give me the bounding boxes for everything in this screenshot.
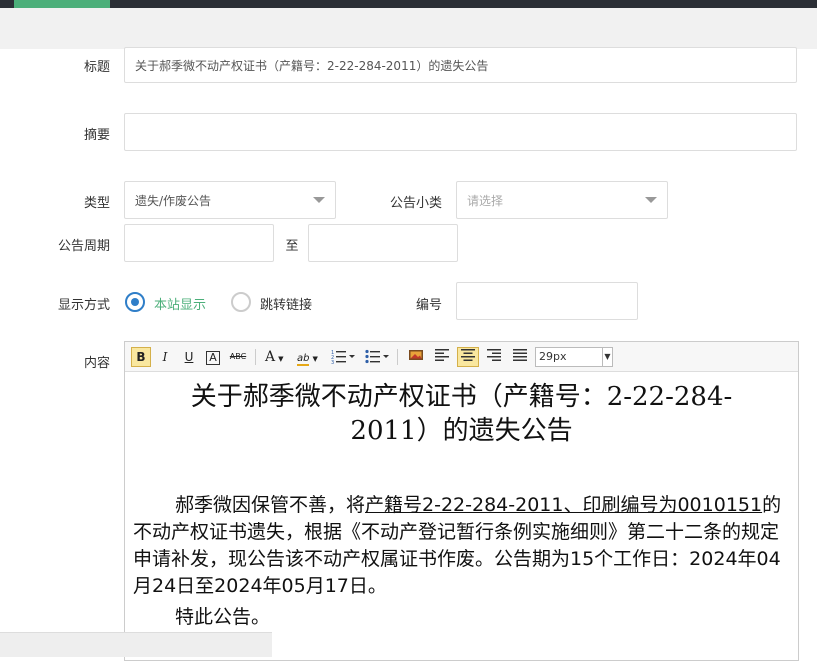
- font-border-button[interactable]: A: [203, 347, 223, 367]
- rich-text-editor[interactable]: B I U A ABC A ▼ ab ▼ 1 2 3 29px ▼ 关于郝季微不…: [124, 341, 799, 661]
- title-input[interactable]: 关于郝季微不动产权证书（产籍号：2-22-284-2011）的遗失公告: [124, 47, 797, 83]
- summary-label: 摘要: [83, 128, 110, 143]
- editor-toolbar: B I U A ABC A ▼ ab ▼ 1 2 3 29px ▼: [125, 342, 798, 372]
- editor-content[interactable]: 关于郝季微不动产权证书（产籍号：2-22-284-2011）的遗失公告 郝季微因…: [125, 372, 798, 660]
- font-size-select[interactable]: 29px ▼: [535, 347, 613, 367]
- ordered-list-button[interactable]: 1 2 3: [329, 347, 357, 367]
- svg-text:3: 3: [331, 360, 334, 364]
- type-select[interactable]: 遗失/作废公告: [124, 181, 336, 219]
- strikethrough-button[interactable]: ABC: [227, 347, 249, 367]
- radio-site-display[interactable]: [125, 292, 145, 312]
- period-start-input[interactable]: [124, 224, 274, 262]
- active-tab-indicator: [14, 0, 110, 8]
- top-navbar: [0, 0, 817, 8]
- chevron-down-icon: ▼: [602, 348, 612, 366]
- title-label: 标题: [83, 60, 110, 75]
- image-icon: [409, 350, 423, 360]
- font-border-icon: A: [206, 351, 220, 365]
- document-signoff: 特此公告。: [175, 606, 271, 628]
- align-center-button[interactable]: [457, 347, 479, 367]
- dropdown-arrow-icon: ▼: [312, 355, 318, 363]
- sub-header-bar: [0, 8, 817, 49]
- align-left-icon: [435, 349, 449, 361]
- type-select-value: 遗失/作废公告: [135, 193, 212, 208]
- align-justify-button[interactable]: [509, 347, 531, 367]
- insert-image-button[interactable]: [405, 347, 427, 367]
- display-mode-label: 显示方式: [57, 298, 110, 313]
- toolbar-divider: [397, 349, 398, 365]
- underline-button[interactable]: U: [179, 347, 199, 367]
- number-label: 编号: [415, 298, 442, 313]
- italic-button[interactable]: I: [155, 347, 175, 367]
- period-to-label: 至: [285, 239, 299, 254]
- chevron-down-icon: [645, 197, 657, 203]
- body-text-underlined: 产籍号2-22-284-2011、印刷编号为0010151: [365, 494, 763, 516]
- unordered-list-icon: [365, 349, 389, 364]
- unordered-list-button[interactable]: [363, 347, 391, 367]
- subtype-label: 公告小类: [389, 196, 442, 211]
- content-label: 内容: [83, 356, 110, 371]
- document-title: 关于郝季微不动产权证书（产籍号：2-22-284-2011）的遗失公告: [190, 382, 733, 446]
- radio-site-display-label: 本站显示: [154, 298, 207, 313]
- document-body: 郝季微因保管不善，将产籍号2-22-284-2011、印刷编号为0010151的…: [133, 492, 790, 600]
- ordered-list-icon: 1 2 3: [331, 350, 355, 366]
- highlight-color-button[interactable]: ab ▼: [293, 347, 323, 367]
- bottom-status-bar: [0, 632, 272, 657]
- body-text-prefix: 郝季微因保管不善，将: [175, 494, 366, 516]
- dropdown-arrow-icon: ▼: [278, 355, 284, 363]
- period-label: 公告周期: [57, 239, 110, 254]
- radio-redirect-link-label: 跳转链接: [260, 298, 313, 313]
- highlight-icon: ab: [297, 353, 310, 366]
- type-label: 类型: [83, 196, 110, 211]
- subtype-select-placeholder: 请选择: [467, 193, 504, 208]
- align-right-icon: [487, 349, 501, 361]
- chevron-down-icon: [313, 197, 325, 203]
- align-center-icon: [461, 349, 475, 361]
- subtype-select[interactable]: 请选择: [456, 181, 668, 219]
- bold-button[interactable]: B: [131, 347, 151, 367]
- align-right-button[interactable]: [483, 347, 505, 367]
- align-left-button[interactable]: [431, 347, 453, 367]
- align-justify-icon: [513, 349, 527, 361]
- font-color-icon: A: [265, 349, 276, 365]
- radio-redirect-link[interactable]: [231, 292, 251, 312]
- toolbar-divider: [255, 349, 256, 365]
- font-color-button[interactable]: A ▼: [261, 347, 289, 367]
- font-size-value: 29px: [539, 350, 567, 363]
- number-input[interactable]: [456, 282, 638, 320]
- period-end-input[interactable]: [308, 224, 458, 262]
- summary-input[interactable]: [124, 113, 797, 151]
